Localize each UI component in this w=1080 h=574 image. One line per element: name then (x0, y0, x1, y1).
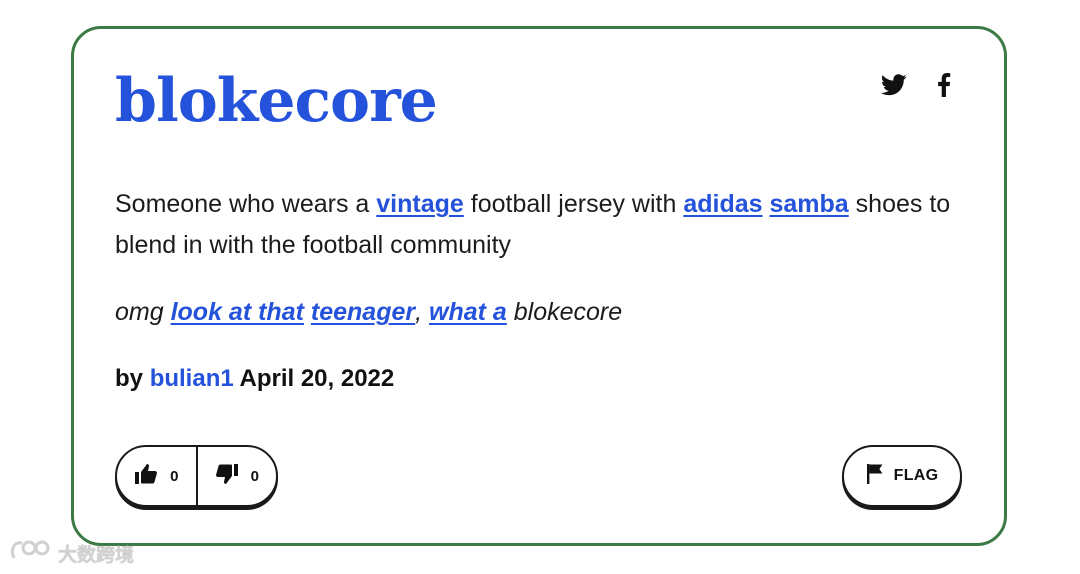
text-segment (304, 298, 311, 326)
text-segment: Someone who wears a (115, 190, 377, 218)
facebook-icon[interactable] (930, 71, 958, 99)
downvote-count: 0 (250, 467, 259, 485)
text-segment: blokecore (506, 298, 623, 326)
definition-meaning: Someone who wears a vintage football jer… (115, 184, 965, 266)
vote-buttons: 0 0 (115, 445, 278, 507)
contributor-prefix: by (115, 365, 144, 392)
term-link[interactable]: look at that (171, 298, 304, 326)
term-link[interactable]: vintage (376, 190, 464, 218)
term-link[interactable]: samba (770, 190, 849, 218)
word-title-link[interactable]: blokecore (115, 63, 438, 139)
flag-label: FLAG (893, 467, 939, 484)
contributor-username-link[interactable]: bulian1 (150, 365, 234, 392)
upvote-button[interactable]: 0 (117, 447, 196, 505)
twitter-icon[interactable] (880, 71, 908, 99)
contributor-date: April 20, 2022 (239, 365, 395, 392)
definition-example: omg look at that teenager, what a blokec… (115, 292, 965, 332)
flag-button[interactable]: FLAG (842, 445, 962, 507)
term-link[interactable]: teenager (311, 298, 415, 326)
downvote-button[interactable]: 0 (195, 447, 277, 505)
text-segment (763, 190, 770, 218)
flag-icon (866, 463, 884, 490)
thumbs-down-icon (215, 462, 239, 491)
watermark: 大数跨境 (8, 538, 134, 569)
watermark-text: 大数跨境 (58, 544, 135, 566)
text-segment: football jersey with (463, 190, 684, 218)
definition-card: blokecore Someone who wears a vintage fo… (71, 26, 1007, 546)
term-link[interactable]: adidas (683, 190, 762, 218)
text-segment: , (415, 298, 430, 326)
text-segment: omg (115, 298, 171, 326)
upvote-count: 0 (170, 467, 179, 485)
watermark-logo-icon (8, 538, 52, 569)
share-buttons (880, 71, 958, 99)
thumbs-up-icon (134, 462, 158, 491)
contributor-line: by bulian1 April 20, 2022 (115, 359, 394, 399)
term-link[interactable]: what a (429, 298, 507, 326)
